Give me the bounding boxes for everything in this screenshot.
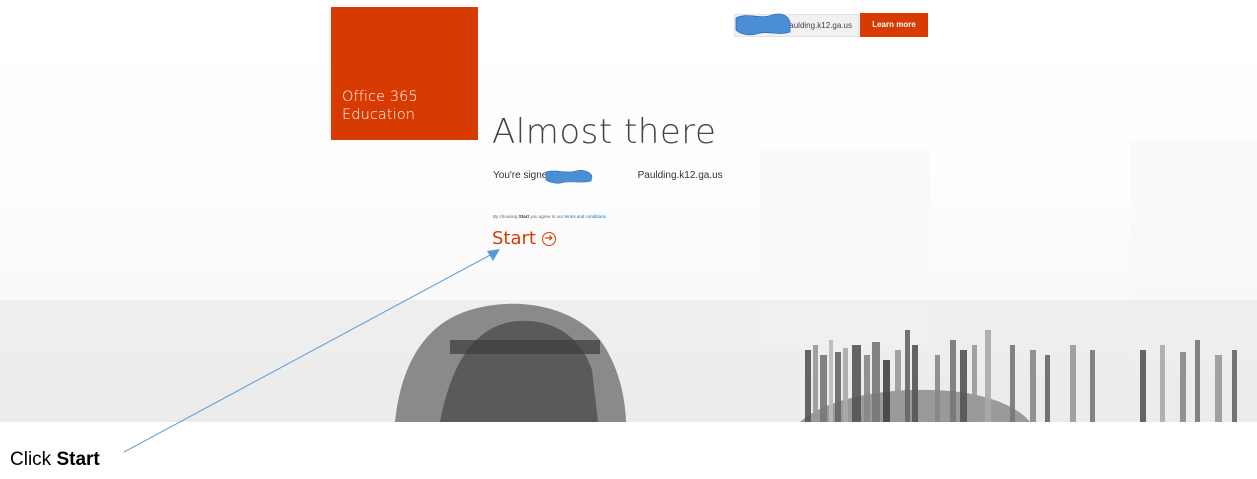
terms-notice: By choosing Start you agree to our terms… [493, 214, 606, 219]
office-365-education-tile: Office 365 Education [331, 7, 478, 140]
signup-screenshot: Office 365 Education aulding.k12.ga.us L… [0, 0, 1257, 422]
start-button[interactable]: Start ➔ [492, 228, 556, 249]
caption-prefix: Click [10, 449, 52, 470]
signed-in-domain: Paulding.k12.ga.us [637, 170, 723, 181]
caption-start: Start [56, 449, 100, 470]
signed-in-prefix: You're signed in as [493, 170, 577, 181]
signed-in-text: You're signed in as Paulding.k12.ga.us [493, 170, 723, 181]
product-name: Office 365 Education [342, 88, 418, 124]
terms-start-word: Start [518, 214, 530, 219]
account-badge: aulding.k12.ga.us [734, 14, 859, 37]
account-email: aulding.k12.ga.us [789, 21, 852, 30]
background-photo [0, 0, 1257, 422]
redacted-username [580, 177, 638, 178]
start-label: Start [492, 228, 536, 249]
learn-more-button[interactable]: Learn more [860, 13, 928, 37]
terms-prefix: By choosing [493, 214, 518, 219]
product-name-line1: Office 365 [342, 89, 418, 105]
terms-link[interactable]: terms and conditions [564, 214, 606, 219]
terms-middle: you agree to our [530, 214, 564, 219]
page-title: Almost there [492, 112, 717, 152]
circle-arrow-right-icon: ➔ [541, 231, 556, 246]
product-name-line2: Education [342, 107, 416, 123]
instruction-caption: Click Start [10, 449, 100, 471]
